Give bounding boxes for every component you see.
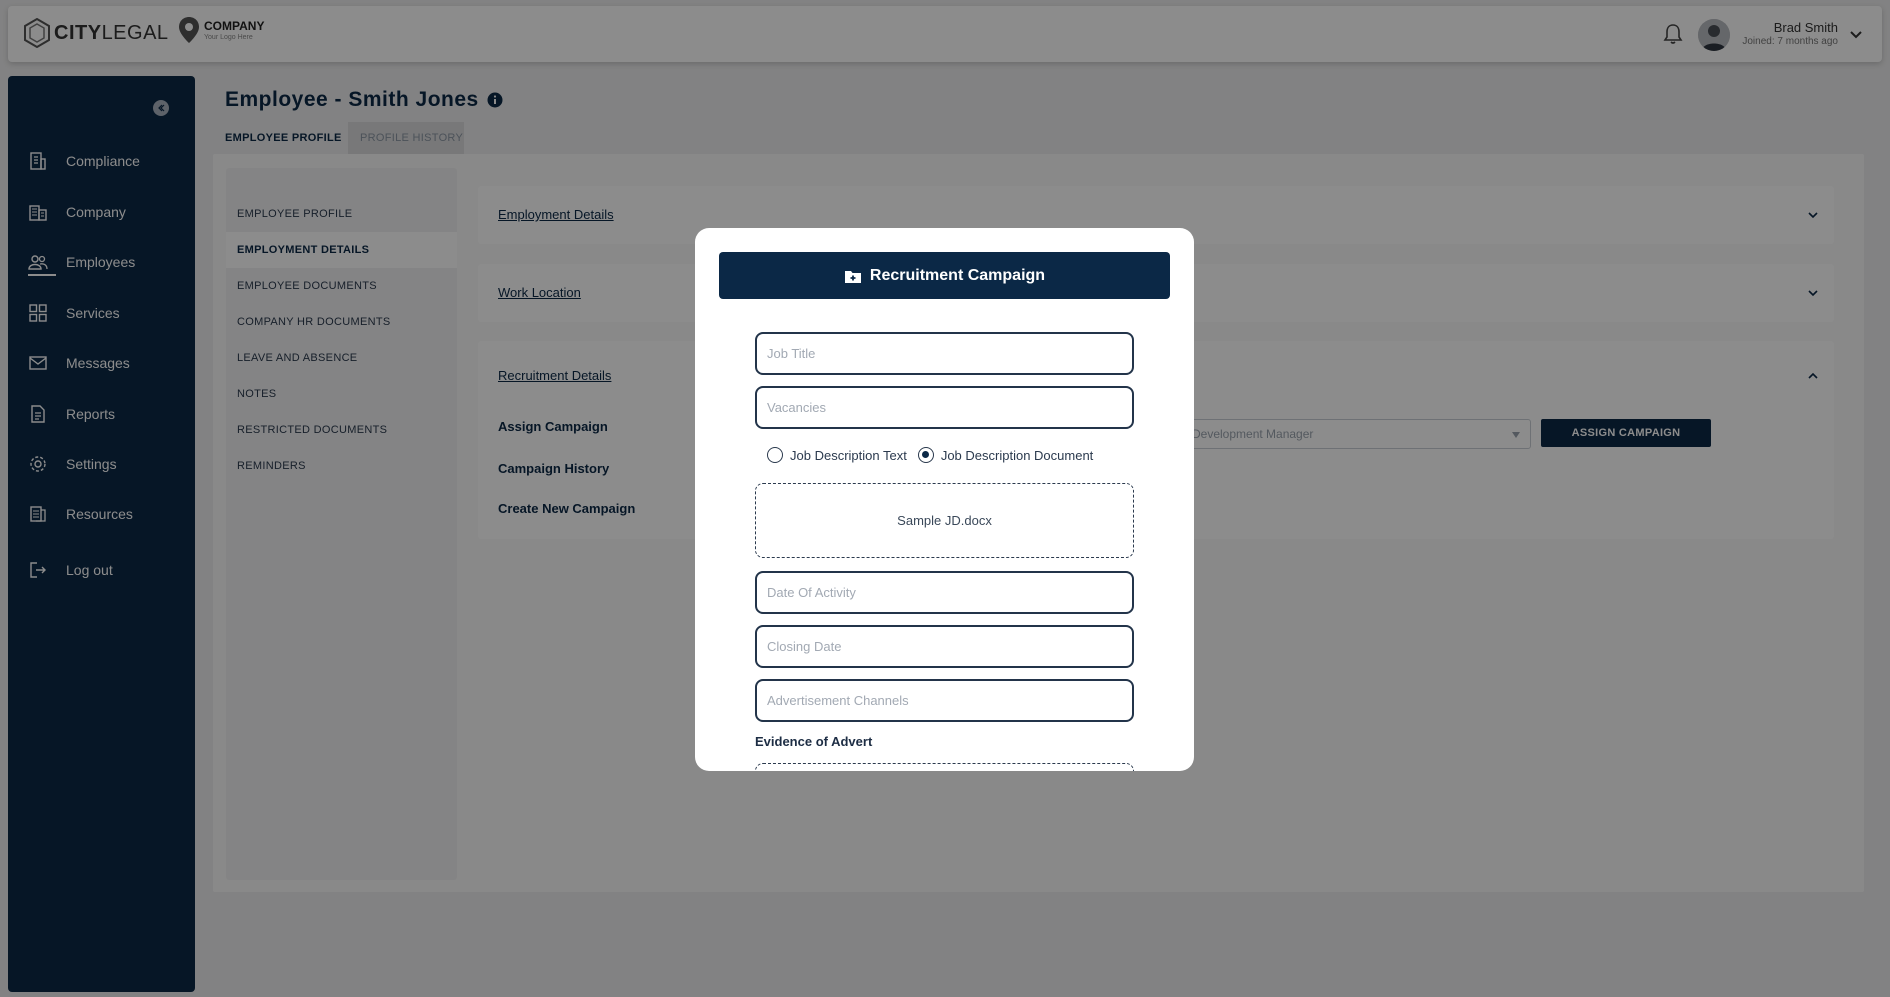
radio-job-description-document[interactable]	[917, 447, 934, 463]
folder-plus-icon	[844, 270, 861, 283]
job-title-input[interactable]	[755, 332, 1134, 375]
modal-title: Recruitment Campaign	[869, 266, 1046, 284]
vacancies-input[interactable]	[755, 386, 1134, 429]
job-description-upload-area[interactable]: Sample JD.docx	[755, 483, 1134, 558]
recruitment-campaign-modal: Recruitment Campaign Job Description Tex…	[695, 228, 1194, 771]
job-description-type-radio-group: Job Description Text Job Description Doc…	[767, 447, 1093, 463]
evidence-upload-area[interactable]	[755, 763, 1134, 771]
modal-header: Recruitment Campaign	[719, 252, 1170, 299]
closing-date-input[interactable]	[755, 625, 1134, 668]
evidence-of-advert-label: Evidence of Advert	[755, 734, 873, 749]
advertisement-channels-input[interactable]	[755, 679, 1134, 722]
radio-label-document[interactable]: Job Description Document	[941, 448, 1093, 463]
date-of-activity-input[interactable]	[755, 571, 1134, 614]
radio-label-text[interactable]: Job Description Text	[790, 448, 907, 463]
radio-job-description-text[interactable]	[767, 447, 783, 463]
uploaded-file-name: Sample JD.docx	[897, 513, 992, 528]
